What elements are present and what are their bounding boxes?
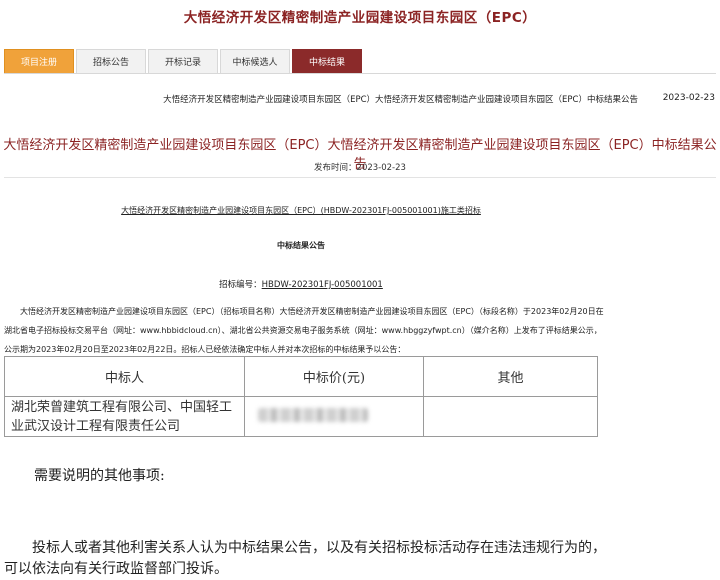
complaint-paragraph: 投标人或者其他利害关系人认为中标结果公告，以及有关招标投标活动存在违法违规行为的…	[4, 540, 606, 577]
column-header-winner: 中标人	[4, 356, 245, 397]
column-header-other: 其他	[423, 356, 598, 397]
table-row: 湖北荣曾建筑工程有限公司、中国轻工业武汉设计工程有限责任公司	[4, 396, 598, 437]
notice-list-date: 2023-02-23	[662, 93, 715, 103]
tab-winning-result[interactable]: 中标结果	[292, 49, 362, 73]
winner-cell: 湖北荣曾建筑工程有限公司、中国轻工业武汉设计工程有限责任公司	[4, 396, 245, 437]
tab-tender-notice[interactable]: 招标公告	[76, 49, 146, 73]
divider	[4, 177, 716, 178]
other-cell	[423, 396, 598, 437]
price-redacted	[258, 407, 368, 422]
tab-winning-candidates[interactable]: 中标候选人	[220, 49, 290, 73]
notice-list-title: 大悟经济开发区精密制造产业园建设项目东园区（EPC）大悟经济开发区精密制造产业园…	[163, 95, 638, 105]
project-line: 大悟经济开发区精密制造产业园建设项目东园区（EPC）(HBDW-202301FJ…	[0, 205, 602, 216]
page-title: 大悟经济开发区精密制造产业园建设项目东园区（EPC）	[183, 10, 537, 26]
table-header-row: 中标人 中标价(元) 其他	[4, 356, 598, 397]
price-cell	[244, 396, 424, 437]
bid-number-value: HBDW-202301FJ-005001001	[261, 280, 383, 290]
bid-number-label: 招标编号：	[219, 280, 262, 290]
result-table: 中标人 中标价(元) 其他 湖北荣曾建筑工程有限公司、中国轻工业武汉设计工程有限…	[4, 356, 598, 437]
other-matters-title: 需要说明的其他事项:	[34, 468, 165, 484]
bid-number: 招标编号：HBDW-202301FJ-005001001	[0, 278, 602, 290]
tab-bar: 项目注册 招标公告 开标记录 中标候选人 中标结果	[4, 49, 716, 74]
notice-subtitle: 中标结果公告	[277, 241, 325, 250]
column-header-price: 中标价(元)	[244, 356, 424, 397]
tab-bid-opening-record[interactable]: 开标记录	[148, 49, 218, 73]
publish-time: 发布时间：2023-02-23	[314, 163, 406, 173]
tab-project-registration[interactable]: 项目注册	[4, 49, 74, 73]
project-name: 大悟经济开发区精密制造产业园建设项目东园区（EPC）(HBDW-202301FJ…	[121, 206, 481, 215]
notice-paragraph: 大悟经济开发区精密制造产业园建设项目东园区（EPC）（招标项目名称）大悟经济开发…	[4, 307, 604, 354]
